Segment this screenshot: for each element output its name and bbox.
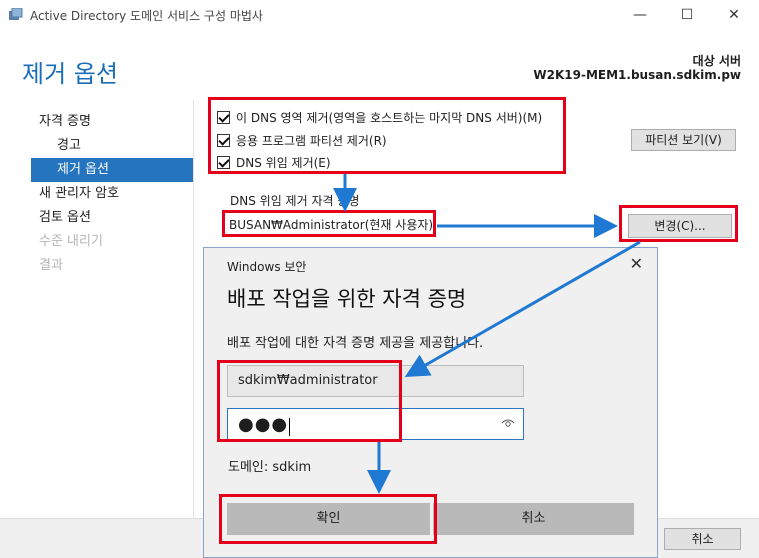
change-credentials-button[interactable]: 변경(C)... (628, 214, 732, 238)
remove-dns-zone-checkbox[interactable] (217, 110, 230, 124)
remove-dns-zone-label: 이 DNS 영역 제거(영역을 호스트하는 마지막 DNS 서버)(M) (236, 110, 543, 125)
reveal-password-icon[interactable] (501, 417, 515, 429)
page-title: 제거 옵션 (22, 60, 118, 88)
nav-divider (193, 100, 194, 520)
close-button[interactable]: ✕ (711, 0, 757, 30)
remove-dns-delegation-checkbox[interactable] (217, 155, 230, 169)
minimize-button[interactable]: — (617, 0, 663, 30)
windows-security-dialog: Windows 보안 ✕ 배포 작업을 위한 자격 증명 배포 작업에 대한 자… (203, 247, 658, 558)
dialog-cancel-button[interactable]: 취소 (433, 503, 634, 535)
remove-dns-delegation-label: DNS 위임 제거(E) (236, 155, 331, 170)
target-server-name: W2K19-MEM1.busan.sdkim.pw (533, 68, 741, 82)
password-mask: ●●● (238, 414, 289, 435)
nav-item-removal-options[interactable]: 제거 옵션 (31, 158, 193, 182)
dialog-description: 배포 작업에 대한 자격 증명 제공을 제공합니다. (227, 336, 484, 351)
nav-item-new-admin-password[interactable]: 새 관리자 암호 (31, 182, 193, 206)
dialog-title: Windows 보안 (227, 260, 307, 274)
username-input[interactable]: sdkim₩administrator (227, 365, 524, 397)
maximize-button[interactable]: ☐ (664, 0, 710, 30)
nav-item-review-options[interactable]: 검토 옵션 (31, 206, 193, 230)
app-icon (9, 8, 23, 20)
password-input[interactable]: ●●● (227, 408, 524, 440)
remove-app-partitions-option[interactable]: 응용 프로그램 파티션 제거(R) (217, 130, 387, 150)
title-bar: Active Directory 도메인 서비스 구성 마법사 — ☐ ✕ (0, 0, 759, 30)
username-value: sdkim₩administrator (238, 373, 378, 388)
remove-dns-delegation-option[interactable]: DNS 위임 제거(E) (217, 152, 331, 172)
wizard-cancel-button[interactable]: 취소 (664, 528, 741, 550)
dialog-close-icon[interactable]: ✕ (630, 254, 643, 273)
view-partitions-button[interactable]: 파티션 보기(V) (631, 129, 736, 151)
remove-dns-zone-option[interactable]: 이 DNS 영역 제거(영역을 호스트하는 마지막 DNS 서버)(M) (217, 107, 542, 127)
dns-delegation-credentials-label: DNS 위임 제거 자격 증명 (230, 194, 360, 208)
target-server-label: 대상 서버 (692, 54, 741, 68)
wizard-nav: 자격 증명 경고 제거 옵션 새 관리자 암호 검토 옵션 수준 내리기 결과 (31, 110, 193, 278)
nav-item-warnings[interactable]: 경고 (31, 134, 193, 158)
remove-app-partitions-label: 응용 프로그램 파티션 제거(R) (236, 133, 387, 148)
dialog-ok-button[interactable]: 확인 (227, 503, 430, 535)
text-caret (289, 417, 291, 436)
remove-app-partitions-checkbox[interactable] (217, 133, 230, 147)
nav-item-demotion: 수준 내리기 (39, 234, 103, 249)
nav-item-credentials[interactable]: 자격 증명 (31, 110, 193, 134)
nav-item-results: 결과 (39, 258, 63, 273)
window-title: Active Directory 도메인 서비스 구성 마법사 (30, 9, 263, 23)
domain-info: 도메인: sdkim (228, 460, 312, 475)
dns-delegation-credentials-value: BUSAN₩Administrator(현재 사용자) (229, 218, 434, 232)
dialog-heading: 배포 작업을 위한 자격 증명 (227, 287, 467, 311)
